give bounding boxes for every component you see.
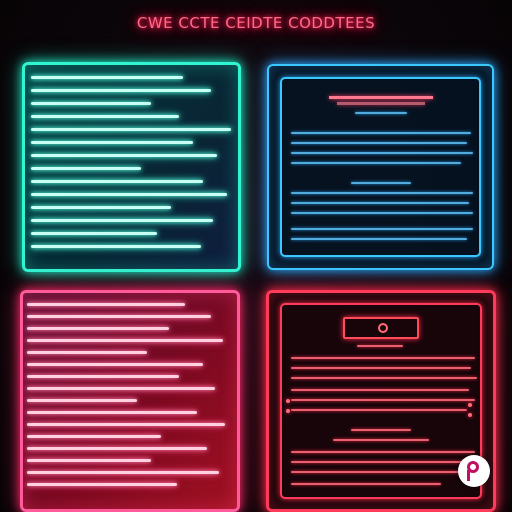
text-line [333,439,429,441]
panel-bottom-left [20,290,240,512]
text-line [291,228,473,230]
text-bar [27,315,211,318]
text-bar [31,180,203,183]
text-bar [27,435,161,438]
text-bar [31,76,183,79]
document-header-bar [329,96,433,99]
text-line [291,202,469,204]
text-line [351,429,411,431]
text-bar [31,232,157,235]
text-bar [27,327,169,330]
text-line [355,112,407,114]
text-bar [27,363,203,366]
text-line [291,471,473,473]
text-bar [31,102,151,105]
text-line [291,399,475,401]
text-line [351,182,411,184]
text-bar [27,471,219,474]
text-bar [27,483,177,486]
record-icon [378,323,388,333]
text-line [291,409,467,411]
text-bar [31,154,217,157]
panel-top-right [267,64,494,270]
text-bar [31,141,193,144]
text-line [357,345,403,347]
text-line [291,152,473,154]
panel-top-left [22,62,241,272]
text-bar [27,339,223,342]
page-title: CWE CCTE CEIDTE CODDTEES [136,14,376,32]
text-bar [27,447,207,450]
text-bar [27,375,179,378]
side-marker [286,409,290,413]
text-bar [27,303,185,306]
text-line [291,132,471,134]
text-bar [27,459,151,462]
p-logo-icon [458,455,490,487]
text-bar [27,351,147,354]
text-line [291,461,469,463]
text-bar [27,387,215,390]
text-bar [31,245,201,248]
text-line [291,357,475,359]
text-line [291,389,469,391]
text-bar [31,193,227,196]
text-bar [31,167,141,170]
text-line [291,367,471,369]
text-bar [31,219,213,222]
text-bar [31,128,231,131]
text-bar [31,206,171,209]
text-bar [31,115,179,118]
text-line [291,212,473,214]
logo-stem [467,470,470,481]
document-header-bar [337,102,425,105]
side-marker [286,399,290,403]
text-bar [27,399,137,402]
text-bar [31,89,211,92]
text-line [291,238,467,240]
text-line [291,483,441,485]
text-line [291,142,467,144]
text-line [291,192,473,194]
text-line [291,451,475,453]
side-marker [468,413,472,417]
text-bar [27,411,197,414]
text-bar [27,423,225,426]
document-header-box [343,317,419,339]
text-line [291,377,477,379]
side-marker [468,403,472,407]
text-line [291,162,461,164]
